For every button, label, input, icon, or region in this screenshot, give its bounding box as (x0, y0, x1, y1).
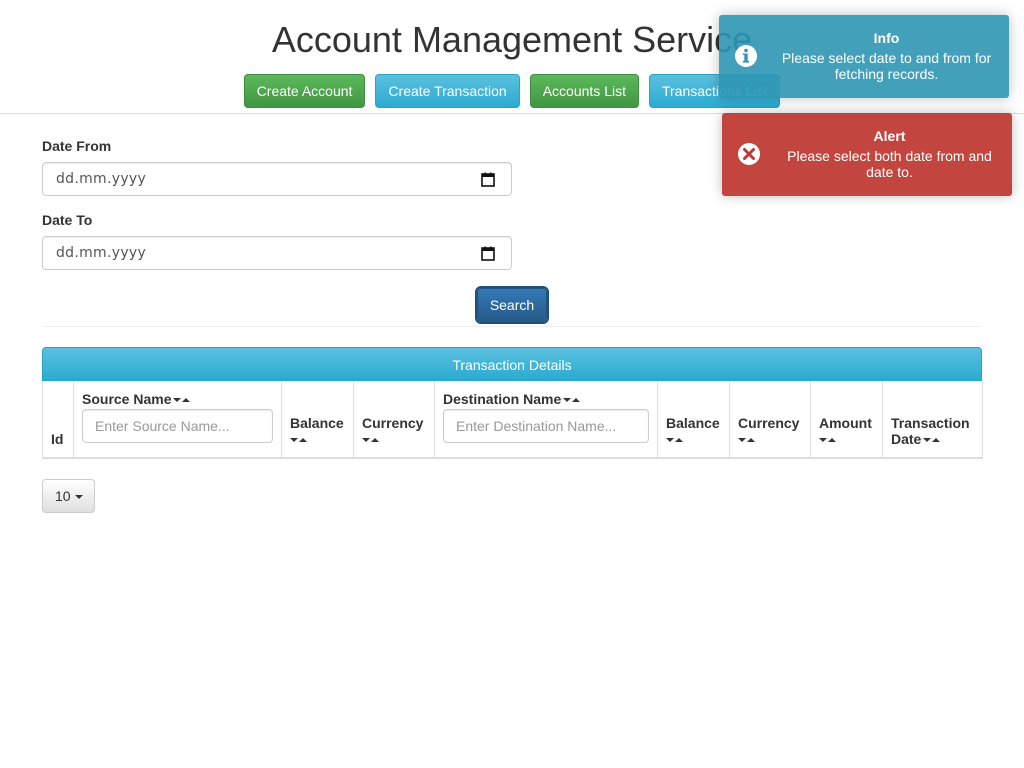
sort-caret-icon[interactable] (819, 431, 836, 447)
date-to-label: Date To (42, 212, 93, 228)
create-transaction-button[interactable]: Create Transaction (375, 74, 520, 108)
alert-toast-message: Please select both date from and date to… (787, 148, 992, 180)
column-currency-label: Currency (362, 415, 424, 431)
sort-caret-icon[interactable] (666, 431, 683, 447)
source-name-filter-input[interactable] (82, 409, 273, 443)
column-id: Id (42, 381, 74, 459)
panel-heading: Transaction Details (42, 347, 982, 381)
column-source-name[interactable]: Source Name (73, 381, 282, 459)
sort-caret-icon[interactable] (738, 431, 755, 447)
sort-caret-icon[interactable] (561, 391, 581, 407)
create-account-button[interactable]: Create Account (243, 74, 366, 108)
calendar-icon[interactable] (481, 172, 495, 187)
info-toast-title: Info (873, 30, 900, 46)
column-transaction-date[interactable]: Transaction Date (882, 381, 983, 459)
column-amount-label: Amount (819, 415, 872, 431)
chevron-down-icon (74, 495, 83, 500)
column-dest-currency[interactable]: Currency (729, 381, 811, 459)
column-balance[interactable]: Balance (281, 381, 354, 459)
column-dest-balance[interactable]: Balance (657, 381, 730, 459)
sort-caret-icon[interactable] (921, 431, 941, 447)
column-id-label: Id (51, 431, 64, 447)
sort-caret-icon[interactable] (290, 431, 307, 447)
times-circle-icon (738, 143, 760, 165)
date-from-input[interactable]: dd.mm.yyyy (42, 162, 512, 196)
divider (42, 326, 982, 327)
column-destination-name[interactable]: Destination Name (434, 381, 658, 459)
search-button[interactable]: Search (474, 286, 550, 324)
accounts-list-button[interactable]: Accounts List (529, 74, 639, 108)
column-dest-currency-label: Currency (738, 415, 800, 431)
date-from-label: Date From (42, 138, 112, 154)
transactions-table: Id Source Name Balance Currency Destinat… (42, 381, 983, 459)
column-amount[interactable]: Amount (810, 381, 883, 459)
info-circle-icon (735, 45, 757, 67)
info-toast[interactable]: Info Please select date to and from for … (719, 15, 1009, 98)
page-size-dropdown[interactable]: 10 (42, 479, 95, 513)
column-balance-label: Balance (290, 415, 344, 431)
alert-toast[interactable]: Alert Please select both date from and d… (722, 113, 1012, 196)
transaction-details-panel: Transaction Details Id Source Name Balan… (42, 347, 983, 459)
column-currency[interactable]: Currency (353, 381, 435, 459)
calendar-icon[interactable] (481, 246, 495, 261)
search-row: Search (42, 286, 982, 324)
destination-name-filter-input[interactable] (443, 409, 649, 443)
date-from-value: dd.mm.yyyy (56, 171, 147, 187)
table-header-row: Id Source Name Balance Currency Destinat… (42, 381, 983, 459)
date-to-input[interactable]: dd.mm.yyyy (42, 236, 512, 270)
info-toast-message: Please select date to and from for fetch… (781, 50, 992, 82)
column-source-name-label: Source Name (82, 391, 172, 407)
column-transaction-date-label-1: Transaction (891, 415, 970, 431)
column-transaction-date-label-2: Date (891, 431, 922, 447)
column-destination-name-label: Destination Name (443, 391, 562, 407)
column-dest-balance-label: Balance (666, 415, 720, 431)
sort-caret-icon[interactable] (362, 431, 379, 447)
date-to-value: dd.mm.yyyy (56, 245, 147, 261)
alert-toast-title: Alert (873, 128, 906, 144)
page-size-value: 10 (55, 488, 71, 504)
sort-caret-icon[interactable] (171, 391, 191, 407)
